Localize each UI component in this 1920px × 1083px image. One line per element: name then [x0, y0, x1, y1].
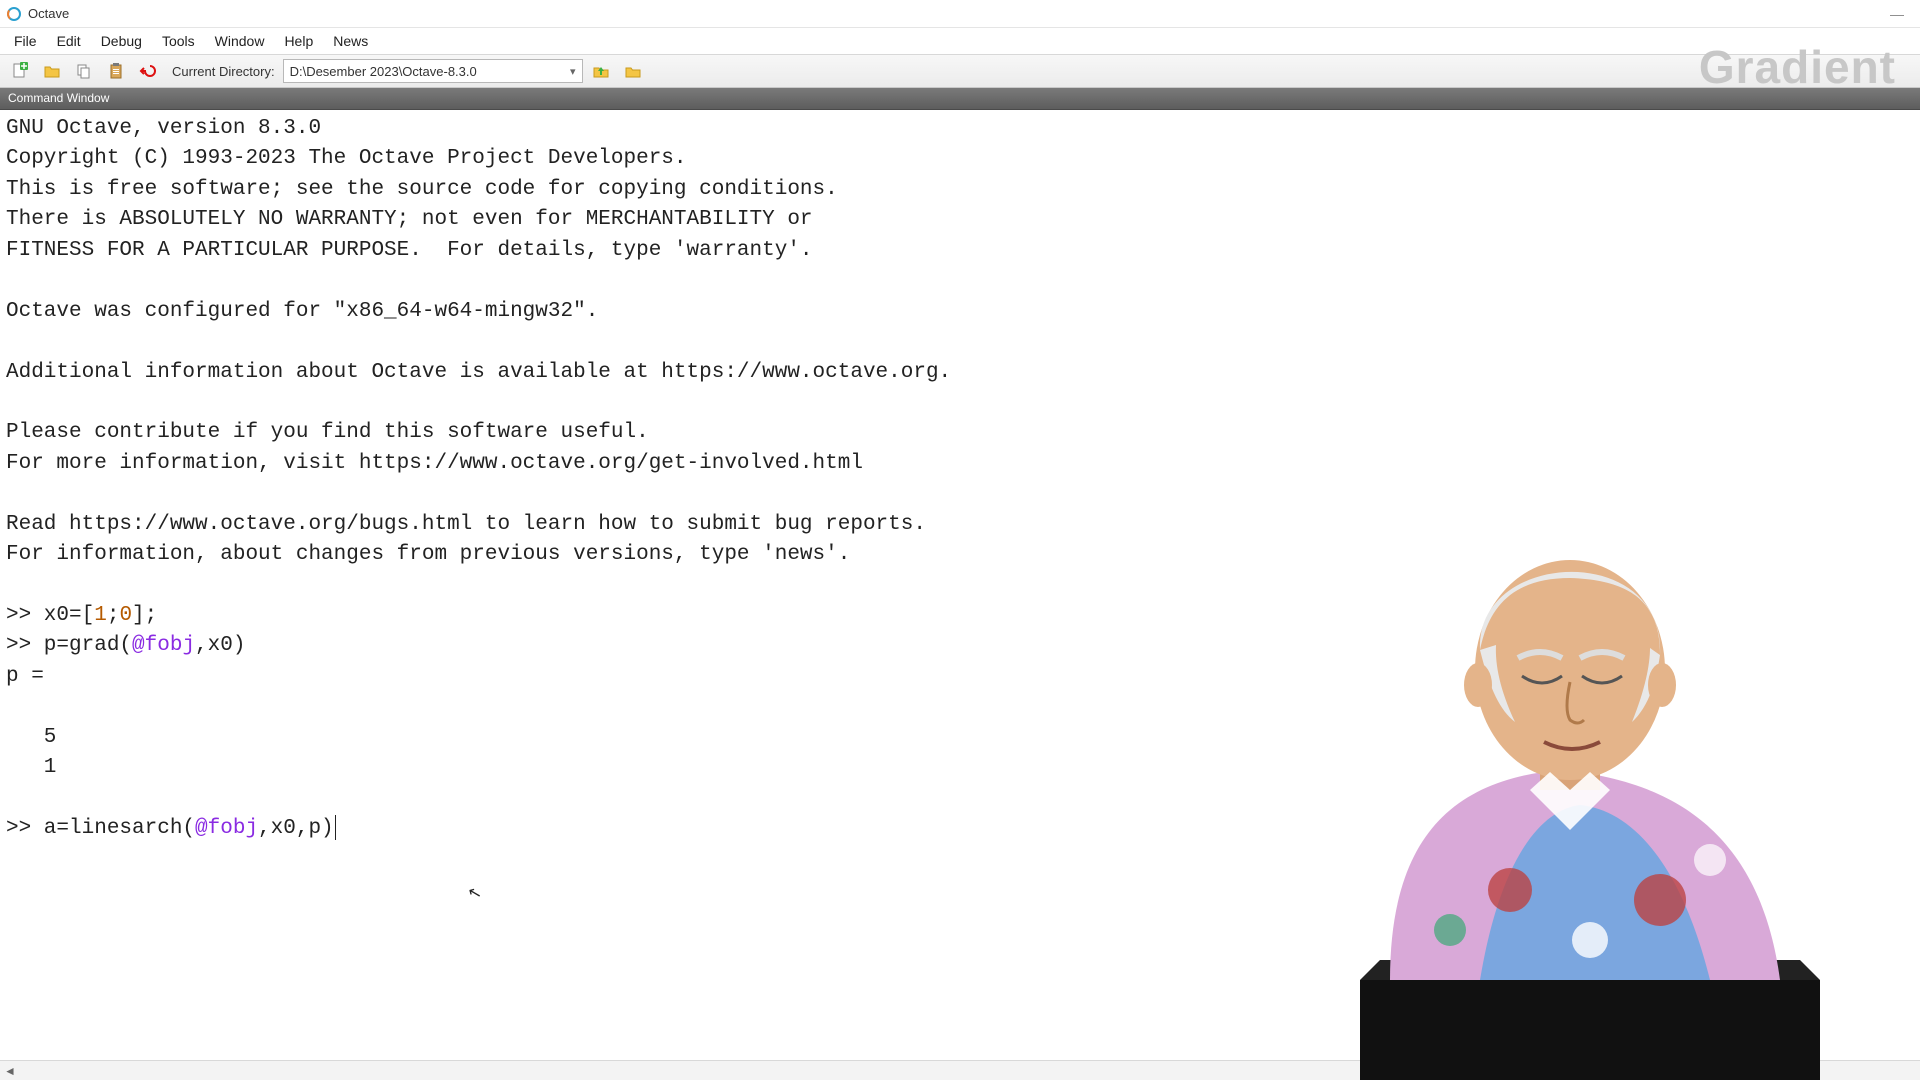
menu-file[interactable]: File [4, 30, 47, 52]
menu-news[interactable]: News [323, 30, 378, 52]
command-window[interactable]: GNU Octave, version 8.3.0 Copyright (C) … [0, 110, 1920, 1060]
text-caret [335, 815, 336, 840]
open-folder-button[interactable] [38, 58, 66, 84]
current-directory-label: Current Directory: [172, 64, 275, 79]
window-title: Octave [28, 6, 69, 21]
new-file-button[interactable] [6, 58, 34, 84]
menubar: File Edit Debug Tools Window Help News [0, 28, 1920, 54]
browse-dir-button[interactable] [619, 58, 647, 84]
watermark-text: Gradient [1699, 40, 1896, 94]
command-window-panel-title: Command Window [0, 88, 1920, 110]
current-directory-combo[interactable]: D:\Desember 2023\Octave-8.3.0 ▾ [283, 59, 583, 83]
current-directory-value: D:\Desember 2023\Octave-8.3.0 [290, 64, 477, 79]
menu-edit[interactable]: Edit [47, 30, 91, 52]
app-icon [6, 6, 22, 22]
paste-button[interactable] [102, 58, 130, 84]
chevron-down-icon: ▾ [570, 65, 576, 78]
titlebar: Octave — [0, 0, 1920, 28]
minimize-button[interactable]: — [1880, 3, 1914, 25]
statusbar: ◄ [0, 1060, 1920, 1080]
menu-window[interactable]: Window [205, 30, 275, 52]
menu-help[interactable]: Help [274, 30, 323, 52]
copy-button[interactable] [70, 58, 98, 84]
menu-tools[interactable]: Tools [152, 30, 205, 52]
dir-up-button[interactable] [587, 58, 615, 84]
undo-button[interactable] [134, 58, 162, 84]
menu-debug[interactable]: Debug [91, 30, 152, 52]
scroll-left-icon[interactable]: ◄ [4, 1064, 16, 1078]
toolbar: Current Directory: D:\Desember 2023\Octa… [0, 54, 1920, 88]
